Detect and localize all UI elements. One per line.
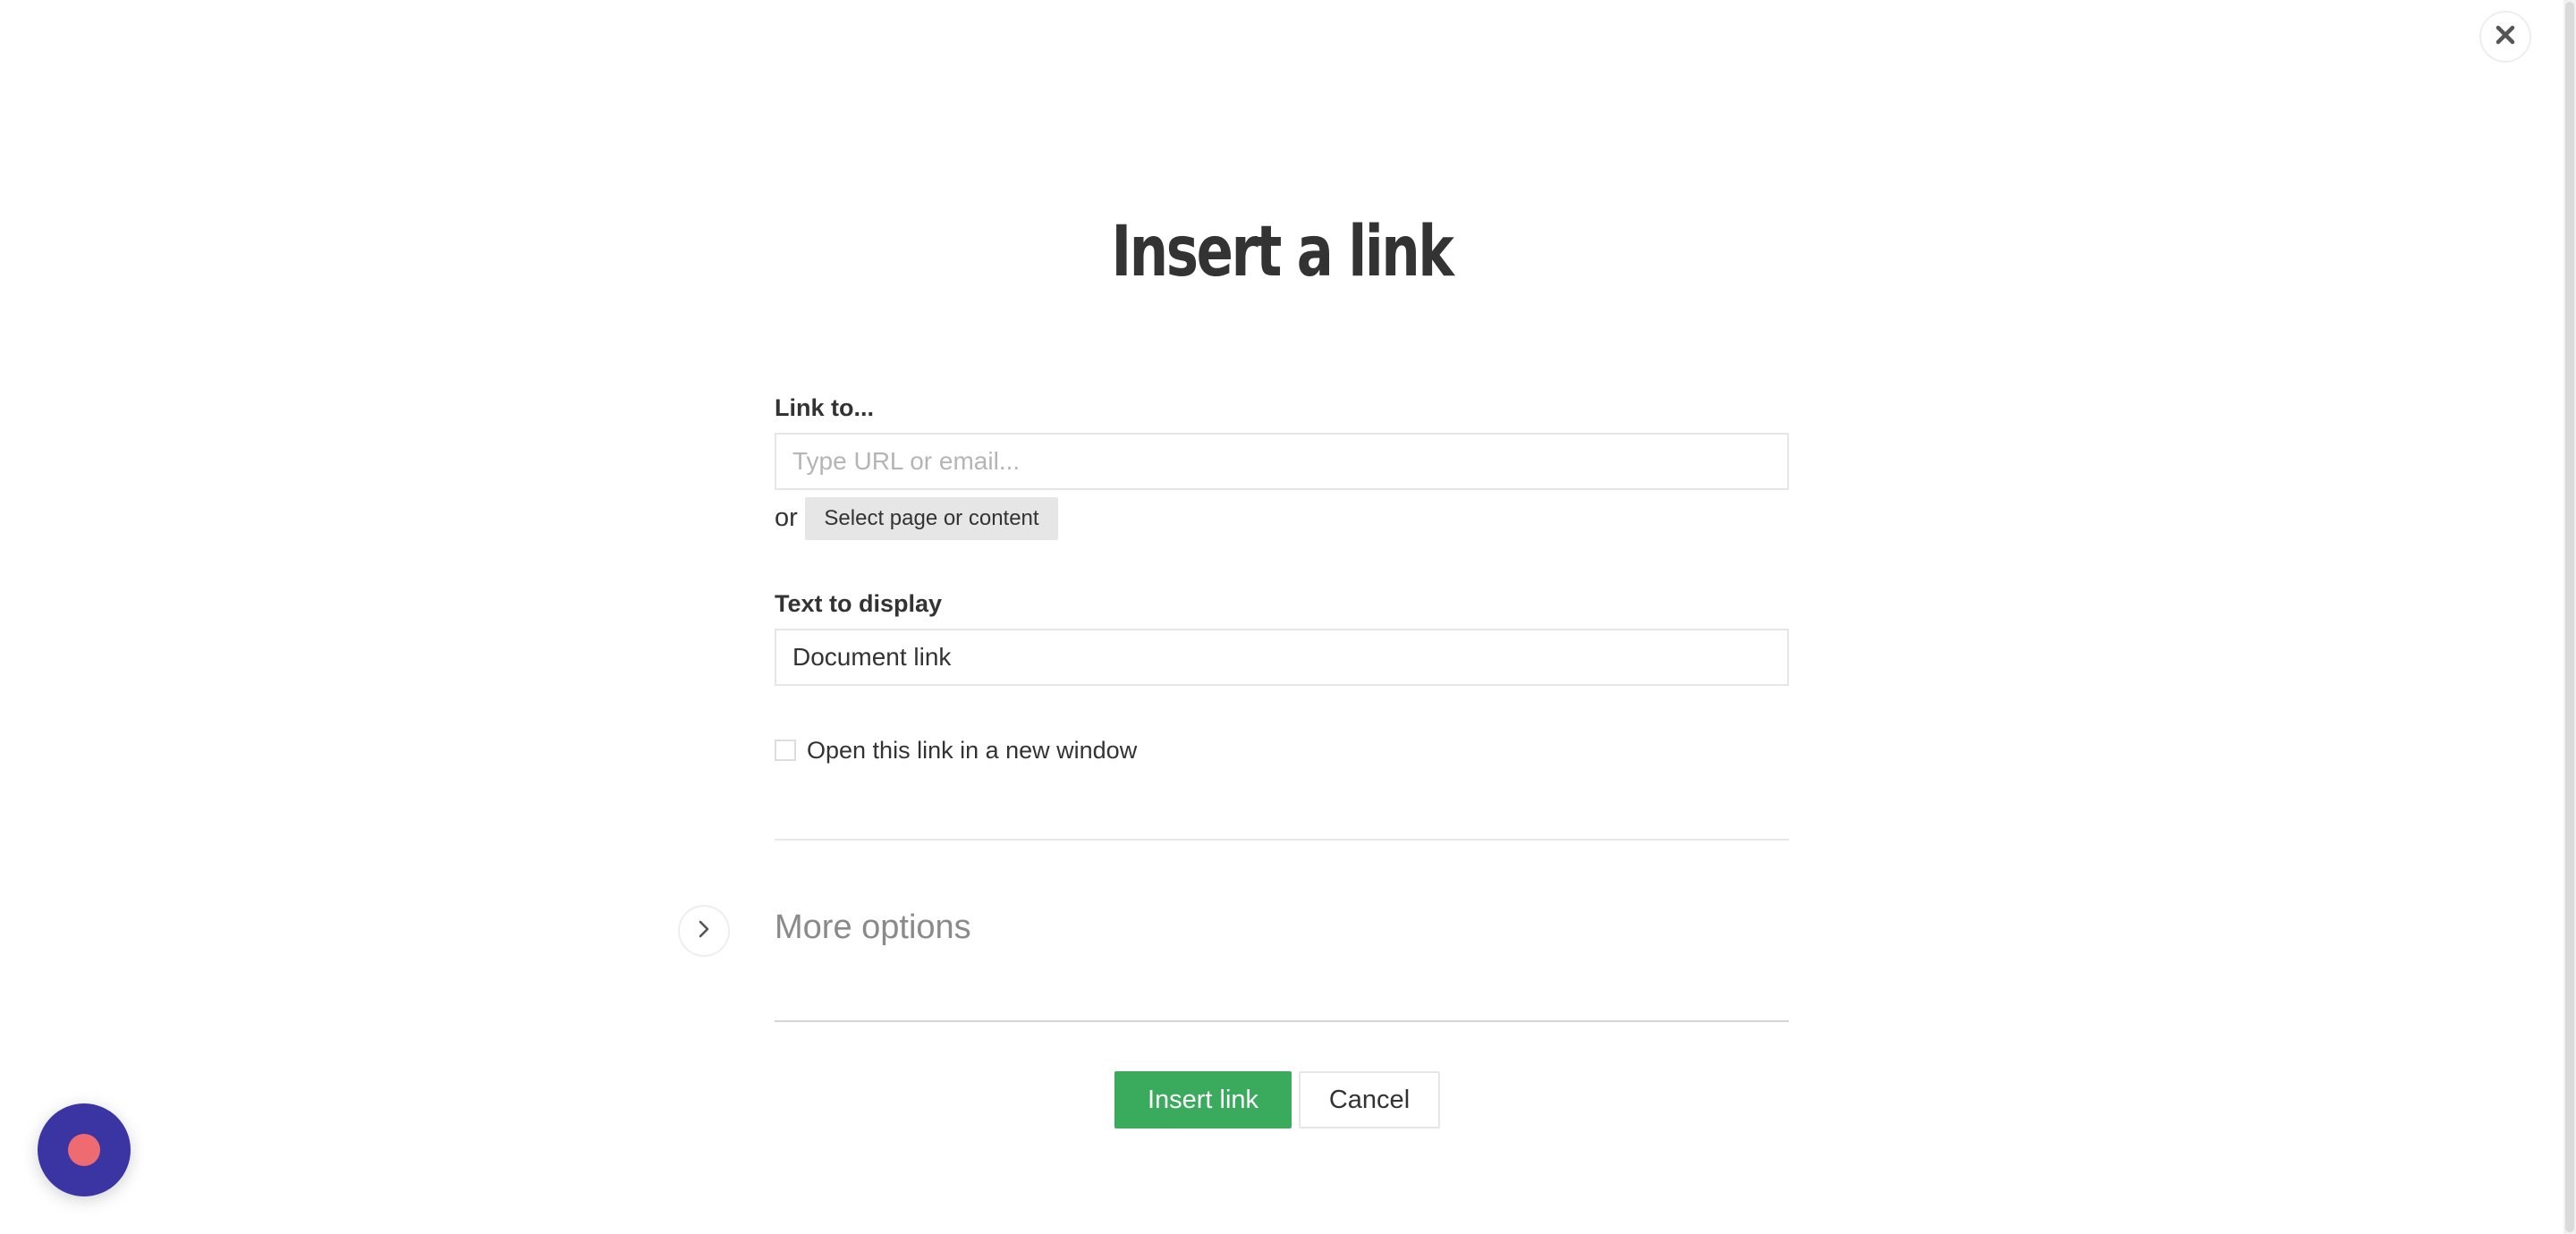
more-options-toggle[interactable]: More options (775, 905, 971, 950)
display-text-input[interactable] (775, 629, 1789, 686)
dialog-title: Insert a link (1111, 212, 1453, 292)
record-icon (68, 1134, 100, 1166)
cancel-button[interactable]: Cancel (1299, 1071, 1440, 1128)
more-options-expand-button[interactable] (678, 905, 730, 957)
chevron-right-icon (695, 919, 713, 943)
new-window-label: Open this link in a new window (807, 737, 1138, 764)
link-to-label: Link to... (775, 394, 874, 421)
close-icon (2495, 24, 2516, 50)
divider-bottom (775, 1020, 1789, 1022)
close-button[interactable] (2479, 11, 2531, 63)
url-input[interactable] (775, 433, 1789, 490)
select-page-button[interactable]: Select page or content (805, 497, 1058, 540)
new-window-option[interactable]: Open this link in a new window (775, 735, 1137, 765)
scrollbar-thumb[interactable] (2565, 2, 2574, 1232)
insert-link-page: Insert a link Link to... or Select page … (0, 0, 2576, 1234)
text-to-display-label: Text to display (775, 590, 943, 617)
record-button[interactable] (38, 1103, 131, 1196)
or-label: or (775, 503, 798, 532)
divider-top (775, 839, 1789, 841)
new-window-checkbox[interactable] (775, 740, 796, 761)
insert-link-button[interactable]: Insert link (1114, 1071, 1292, 1128)
scrollbar[interactable] (2563, 0, 2576, 1234)
